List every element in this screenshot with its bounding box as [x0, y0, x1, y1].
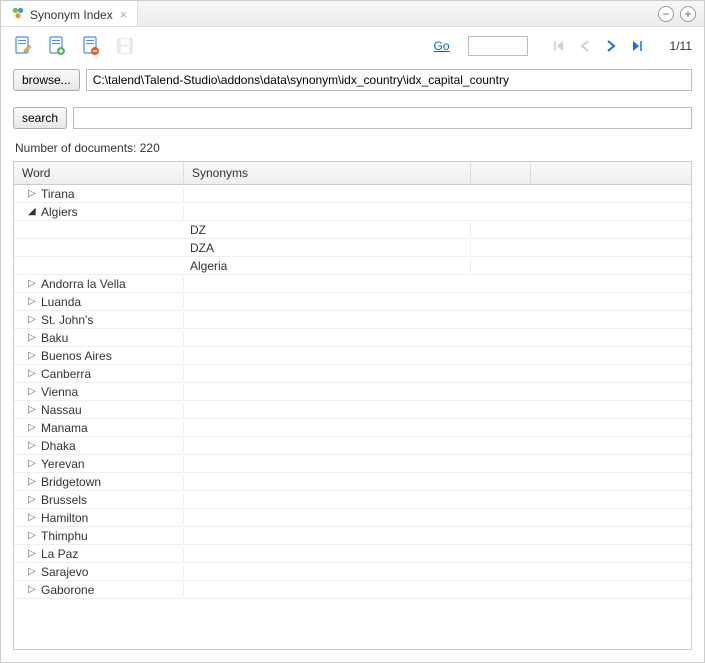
maximize-icon[interactable]: + [680, 6, 696, 22]
docs-count-value: 220 [140, 141, 160, 155]
chevron-right-icon[interactable]: ▷ [28, 350, 38, 361]
table-row[interactable]: ▷St. John's [14, 311, 691, 329]
chevron-right-icon[interactable]: ▷ [28, 368, 38, 379]
table-row[interactable]: DZA [14, 239, 691, 257]
word-cell: La Paz [41, 547, 78, 561]
word-cell: Brussels [41, 493, 87, 507]
add-document-icon[interactable] [47, 35, 67, 57]
last-page-icon[interactable] [628, 37, 646, 55]
word-cell: Thimphu [41, 529, 88, 543]
search-button[interactable]: search [13, 107, 67, 129]
table-row[interactable]: ▷Manama [14, 419, 691, 437]
table-row[interactable]: ▷Brussels [14, 491, 691, 509]
table-row[interactable]: ▷Yerevan [14, 455, 691, 473]
chevron-right-icon[interactable]: ▷ [28, 548, 38, 559]
table-row[interactable]: ▷Canberra [14, 365, 691, 383]
table-row[interactable]: DZ [14, 221, 691, 239]
table-row[interactable]: ▷Andorra la Vella [14, 275, 691, 293]
table-header: Word Synonyms [14, 162, 691, 185]
table-row[interactable]: ◢Algiers [14, 203, 691, 221]
table-row[interactable]: ▷Sarajevo [14, 563, 691, 581]
chevron-right-icon[interactable]: ▷ [28, 314, 38, 325]
chevron-right-icon[interactable]: ▷ [28, 584, 38, 595]
word-cell: Tirana [41, 187, 75, 201]
chevron-right-icon[interactable]: ▷ [28, 566, 38, 577]
word-cell: Buenos Aires [41, 349, 112, 363]
toolbar: Go 1/11 [1, 27, 704, 65]
word-cell: Yerevan [41, 457, 85, 471]
word-cell: Nassau [41, 403, 82, 417]
synonym-table: Word Synonyms ▷Tirana◢AlgiersDZDZAAlgeri… [13, 161, 692, 650]
table-row[interactable]: ▷Baku [14, 329, 691, 347]
word-cell: Gaborone [41, 583, 94, 597]
docs-count-label: Number of documents: [15, 141, 136, 155]
chevron-right-icon[interactable]: ▷ [28, 278, 38, 289]
chevron-right-icon[interactable]: ▷ [28, 188, 38, 199]
chevron-right-icon[interactable]: ▷ [28, 332, 38, 343]
col-synonyms[interactable]: Synonyms [184, 162, 471, 184]
table-row[interactable]: Algeria [14, 257, 691, 275]
word-cell: Andorra la Vella [41, 277, 126, 291]
minimize-icon[interactable]: − [658, 6, 674, 22]
col-3[interactable] [471, 162, 531, 184]
chevron-right-icon[interactable]: ▷ [28, 404, 38, 415]
synonym-cell: Algeria [184, 259, 471, 273]
col-4[interactable] [531, 162, 691, 184]
edit-document-icon[interactable] [13, 35, 33, 57]
word-cell: Vienna [41, 385, 78, 399]
chevron-right-icon[interactable]: ▷ [28, 476, 38, 487]
synonym-cell: DZ [184, 223, 471, 237]
docs-count: Number of documents: 220 [1, 133, 704, 161]
word-cell: Bridgetown [41, 475, 101, 489]
go-input[interactable] [468, 36, 528, 56]
chevron-right-icon[interactable]: ▷ [28, 458, 38, 469]
browse-button[interactable]: browse... [13, 69, 80, 91]
chevron-right-icon[interactable]: ▷ [28, 296, 38, 307]
word-cell: Dhaka [41, 439, 76, 453]
chevron-right-icon[interactable]: ▷ [28, 530, 38, 541]
word-cell: Luanda [41, 295, 81, 309]
page-indicator: 1/11 [670, 39, 692, 53]
col-word[interactable]: Word [14, 162, 184, 184]
tab-synonym-index[interactable]: Synonym Index × [1, 1, 138, 26]
prev-page-icon[interactable] [576, 37, 594, 55]
table-row[interactable]: ▷Buenos Aires [14, 347, 691, 365]
chevron-right-icon[interactable]: ▷ [28, 386, 38, 397]
tab-title: Synonym Index [30, 8, 113, 22]
close-icon[interactable]: × [120, 7, 128, 22]
table-row[interactable]: ▷Gaborone [14, 581, 691, 599]
chevron-down-icon[interactable]: ◢ [28, 206, 38, 217]
save-icon[interactable] [115, 35, 135, 57]
table-row[interactable]: ▷Nassau [14, 401, 691, 419]
table-row[interactable]: ▷Thimphu [14, 527, 691, 545]
table-row[interactable]: ▷Tirana [14, 185, 691, 203]
table-row[interactable]: ▷Vienna [14, 383, 691, 401]
search-input[interactable] [73, 107, 692, 129]
word-cell: Manama [41, 421, 88, 435]
tab-icon [11, 6, 25, 23]
synonym-cell: DZA [184, 241, 471, 255]
first-page-icon[interactable] [550, 37, 568, 55]
chevron-right-icon[interactable]: ▷ [28, 512, 38, 523]
word-cell: St. John's [41, 313, 93, 327]
next-page-icon[interactable] [602, 37, 620, 55]
go-link[interactable]: Go [434, 39, 450, 53]
table-row[interactable]: ▷Luanda [14, 293, 691, 311]
table-row[interactable]: ▷Dhaka [14, 437, 691, 455]
word-cell: Sarajevo [41, 565, 88, 579]
remove-document-icon[interactable] [81, 35, 101, 57]
word-cell: Canberra [41, 367, 91, 381]
chevron-right-icon[interactable]: ▷ [28, 494, 38, 505]
word-cell: Algiers [41, 205, 78, 219]
table-row[interactable]: ▷Hamilton [14, 509, 691, 527]
chevron-right-icon[interactable]: ▷ [28, 422, 38, 433]
table-row[interactable]: ▷La Paz [14, 545, 691, 563]
table-row[interactable]: ▷Bridgetown [14, 473, 691, 491]
word-cell: Baku [41, 331, 68, 345]
chevron-right-icon[interactable]: ▷ [28, 440, 38, 451]
titlebar: Synonym Index × − + [1, 1, 704, 27]
path-input[interactable] [86, 69, 692, 91]
word-cell: Hamilton [41, 511, 88, 525]
